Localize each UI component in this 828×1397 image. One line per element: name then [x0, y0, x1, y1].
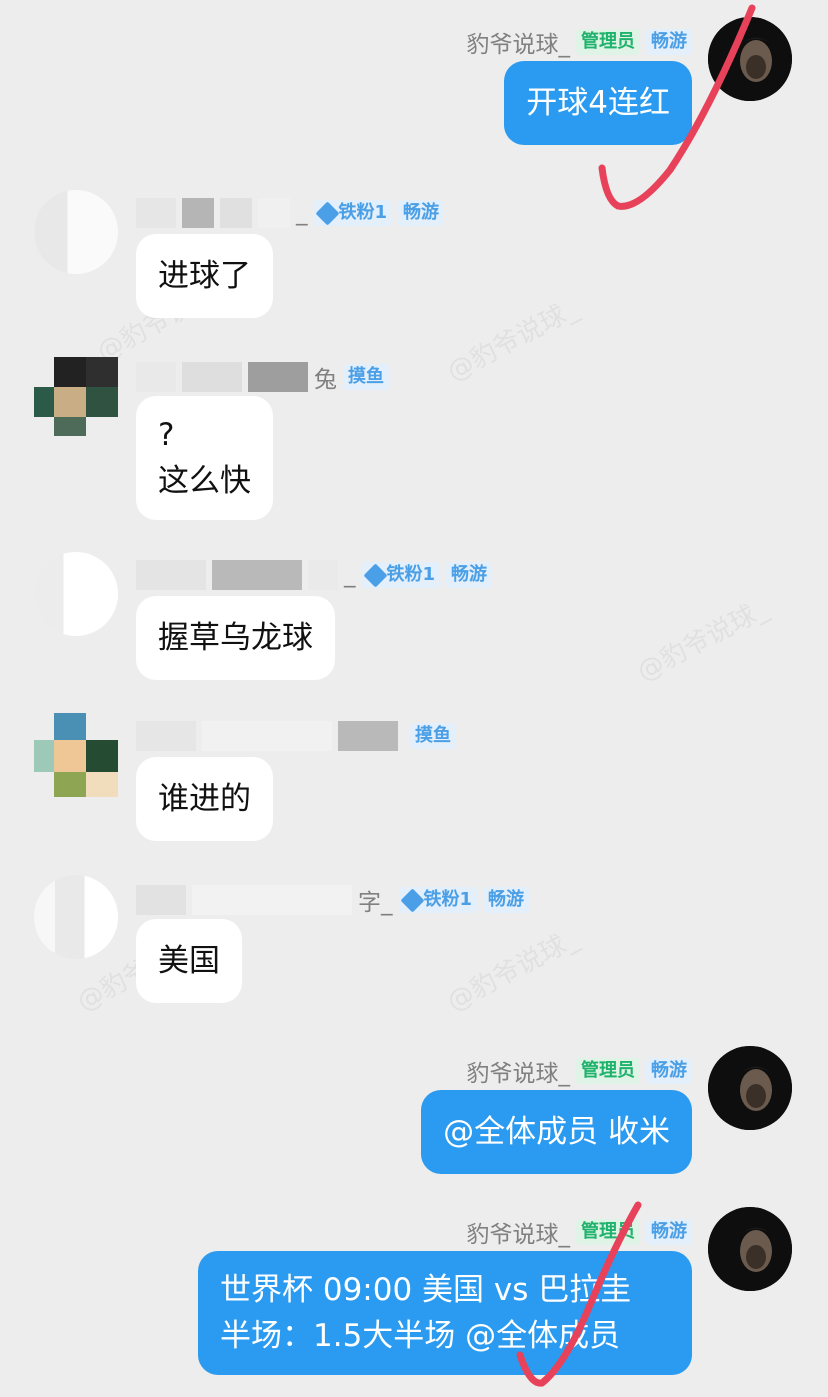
avatar[interactable]	[34, 875, 118, 959]
level-badge: 畅游	[398, 200, 445, 226]
sender-meta: 摸鱼	[136, 721, 456, 751]
message-bubble[interactable]: @全体成员 收米	[421, 1090, 692, 1174]
message-bubble[interactable]: 美国	[136, 919, 242, 1003]
diamond-icon	[362, 562, 388, 588]
sender-meta: 豹爷说球_ 管理员 畅游	[466, 1215, 692, 1249]
sender-name-suffix: _	[344, 562, 356, 588]
sender-meta: _ 铁粉1 畅游	[136, 198, 445, 228]
fan-badge-label: 铁粉1	[386, 564, 436, 585]
avatar[interactable]	[34, 352, 118, 436]
blurred-avatar-icon	[34, 552, 118, 636]
level-badge: 畅游	[646, 1058, 692, 1084]
watermark: @豹爷说球_	[442, 293, 583, 388]
sender-meta: 字_ 铁粉1 畅游	[136, 883, 530, 917]
blurred-name	[202, 721, 332, 751]
blurred-name	[182, 362, 242, 392]
sender-meta: 兔 摸鱼	[136, 360, 389, 394]
message-bubble[interactable]: 世界杯 09:00 美国 vs 巴拉圭 半场：1.5大半场 @全体成员	[198, 1251, 692, 1375]
message-bubble[interactable]: 开球4连红	[504, 61, 692, 145]
sender-name-suffix: 兔	[314, 367, 337, 393]
level-badge: 畅游	[483, 887, 530, 913]
player-portrait-icon	[708, 1207, 792, 1291]
level-badge: 畅游	[646, 29, 692, 55]
sender-meta: 豹爷说球_ 管理员 畅游	[466, 1054, 692, 1088]
player-portrait-icon	[708, 17, 792, 101]
blurred-avatar-icon	[34, 190, 118, 274]
fan-badge: 铁粉1	[313, 200, 393, 226]
blurred-name	[182, 198, 214, 228]
level-badge: 摸鱼	[410, 723, 456, 749]
blurred-name	[248, 362, 308, 392]
admin-badge: 管理员	[576, 1058, 640, 1084]
diamond-icon	[399, 887, 425, 913]
admin-badge: 管理员	[576, 29, 640, 55]
fan-badge: 铁粉1	[398, 887, 478, 913]
blurred-name	[136, 198, 176, 228]
avatar[interactable]	[708, 17, 792, 101]
pixelated-avatar-icon	[34, 713, 118, 797]
diamond-icon	[314, 200, 340, 226]
watermark: @豹爷说球_	[442, 923, 583, 1018]
admin-badge: 管理员	[576, 1219, 640, 1245]
blurred-name	[338, 721, 398, 751]
pixelated-avatar-icon	[34, 357, 118, 436]
sender-name-suffix: _	[296, 200, 308, 226]
sender-name: 豹爷说球_	[466, 1061, 571, 1087]
fan-badge: 铁粉1	[361, 562, 441, 588]
watermark: @豹爷说球_	[632, 593, 773, 688]
player-portrait-icon	[708, 1046, 792, 1130]
avatar[interactable]	[34, 713, 118, 797]
sender-name: 豹爷说球_	[466, 32, 571, 58]
sender-meta: 豹爷说球_ 管理员 畅游	[466, 25, 692, 59]
avatar[interactable]	[708, 1207, 792, 1291]
sender-name-suffix: 字_	[358, 890, 393, 916]
blurred-name	[258, 198, 290, 228]
blurred-name	[220, 198, 252, 228]
avatar[interactable]	[34, 190, 118, 274]
blurred-name	[192, 885, 352, 915]
blurred-name	[212, 560, 302, 590]
message-bubble[interactable]: ? 这么快	[136, 396, 273, 520]
blurred-name	[136, 885, 186, 915]
avatar[interactable]	[34, 552, 118, 636]
sender-name: 豹爷说球_	[466, 1222, 571, 1248]
blurred-name	[136, 560, 206, 590]
blurred-name	[136, 362, 176, 392]
avatar[interactable]	[708, 1046, 792, 1130]
level-badge: 畅游	[646, 1219, 692, 1245]
message-bubble[interactable]: 进球了	[136, 234, 273, 318]
fan-badge-label: 铁粉1	[338, 202, 388, 223]
message-bubble[interactable]: 谁进的	[136, 757, 273, 841]
fan-badge-label: 铁粉1	[423, 889, 473, 910]
blurred-name	[136, 721, 196, 751]
level-badge: 摸鱼	[343, 364, 389, 390]
sender-meta: _ 铁粉1 畅游	[136, 560, 493, 590]
blurred-name	[308, 560, 338, 590]
level-badge: 畅游	[446, 562, 493, 588]
message-bubble[interactable]: 握草乌龙球	[136, 596, 335, 680]
blurred-avatar-icon	[34, 875, 118, 959]
